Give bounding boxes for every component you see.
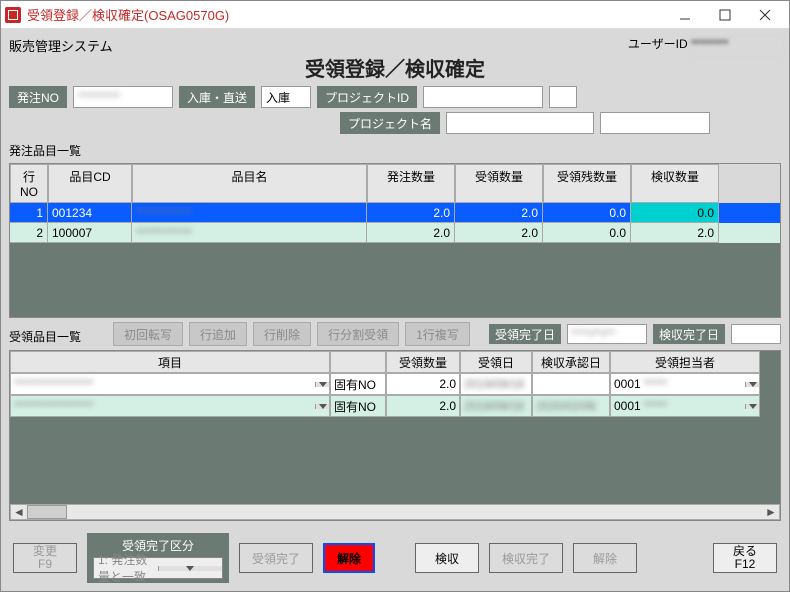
delete-row-button: 行削除: [253, 322, 311, 346]
col-recv-date: 受領日: [460, 351, 532, 373]
stock-mode-field[interactable]: 入庫: [261, 86, 311, 108]
user-id-value: ********: [691, 37, 781, 55]
receipt-items-title: 受領品目一覧: [9, 328, 81, 345]
project-id-label: プロジェクトID: [317, 86, 417, 108]
col-recv-qty2: 受領数量: [386, 351, 460, 373]
stock-mode-label: 入庫・直送: [179, 86, 255, 108]
split-row-button: 行分割受領: [317, 322, 399, 346]
project-name-aux-field[interactable]: [600, 112, 710, 134]
project-name-field[interactable]: [446, 112, 594, 134]
col-rest-qty: 受領残数量: [543, 164, 631, 203]
project-id-aux-field[interactable]: [549, 86, 577, 108]
table-row[interactable]: ***************** 固有NO 2.0 2019/09/18 20…: [10, 395, 780, 417]
recv-done-button: 受領完了: [239, 543, 313, 573]
order-no-label: 発注NO: [9, 86, 67, 108]
table-row[interactable]: ***************** 固有NO 2.0 2019/09/18 00…: [10, 373, 780, 395]
horizontal-scrollbar[interactable]: ◄ ►: [10, 504, 780, 520]
project-name-label: プロジェクト名: [340, 112, 440, 134]
system-name: 販売管理システム: [9, 36, 113, 55]
insp-done-button: 検収完了: [489, 543, 563, 573]
close-button[interactable]: [745, 3, 785, 27]
table-row[interactable]: 1 001234 ************ 2.0 2.0 0.0 0.0: [10, 203, 780, 223]
receipt-items-grid: 項目 受領数量 受領日 検収承認日 受領担当者 ****************…: [9, 350, 781, 521]
scroll-left-icon[interactable]: ◄: [11, 505, 27, 519]
col-line-no: 行NO: [10, 164, 48, 203]
col-insp-qty: 検収数量: [631, 164, 719, 203]
col-item-name: 品目名: [132, 164, 367, 203]
col-order-qty: 発注数量: [367, 164, 455, 203]
app-icon: [5, 7, 21, 23]
minimize-button[interactable]: [665, 3, 705, 27]
scroll-thumb[interactable]: [27, 505, 67, 519]
release-button-1[interactable]: 解除: [323, 543, 375, 573]
inspect-button[interactable]: 検収: [415, 543, 479, 573]
col-approve-date: 検収承認日: [532, 351, 610, 373]
client-area: 販売管理システム ユーザーID ******** 受領登録／検収確定 発注NO …: [1, 29, 789, 591]
window-title: 受領登録／検収確定(OSAG0570G): [27, 5, 665, 24]
row-copy-button: 1行複写: [405, 322, 470, 346]
titlebar: 受領登録／検収確定(OSAG0570G): [1, 1, 789, 29]
back-button[interactable]: 戻るF12: [713, 543, 777, 573]
col-item-cd: 品目CD: [48, 164, 132, 203]
dropdown-icon[interactable]: [745, 404, 759, 409]
insp-done-date-label: 検収完了日: [653, 324, 725, 344]
recv-done-date-label: 受領完了日: [489, 324, 561, 344]
insp-done-date-field[interactable]: [731, 324, 781, 344]
col-item: 項目: [10, 351, 330, 373]
app-window: 受領登録／検収確定(OSAG0570G) 販売管理システム ユーザーID ***…: [0, 0, 790, 592]
kubun-select[interactable]: 1: 発注数量と一致: [93, 557, 223, 579]
page-title: 受領登録／検収確定: [9, 53, 781, 82]
recv-done-kubun: 受領完了区分 1: 発注数量と一致: [87, 533, 229, 583]
order-no-field[interactable]: *********: [73, 86, 173, 108]
recv-done-date-field[interactable]: ****/**/**: [567, 324, 647, 344]
col-recv-qty: 受領数量: [455, 164, 543, 203]
maximize-button[interactable]: [705, 3, 745, 27]
col-pic: 受領担当者: [610, 351, 760, 373]
add-row-button: 行追加: [189, 322, 247, 346]
order-items-grid: 行NO 品目CD 品目名 発注数量 受領数量 受領残数量 検収数量 1 0012…: [9, 163, 781, 318]
user-id-label: ユーザーID: [628, 37, 688, 51]
dropdown-icon[interactable]: [315, 404, 329, 409]
table-row[interactable]: 2 100007 ************ 2.0 2.0 0.0 2.0: [10, 223, 780, 243]
dropdown-icon[interactable]: [745, 382, 759, 387]
chevron-down-icon[interactable]: [158, 566, 223, 571]
copy-first-button: 初回転写: [113, 322, 183, 346]
scroll-right-icon[interactable]: ►: [763, 505, 779, 519]
project-id-field[interactable]: [423, 86, 543, 108]
release-button-2: 解除: [573, 543, 637, 573]
order-items-title: 発注品目一覧: [9, 142, 781, 159]
dropdown-icon[interactable]: [315, 382, 329, 387]
change-button: 変更F9: [13, 543, 77, 573]
